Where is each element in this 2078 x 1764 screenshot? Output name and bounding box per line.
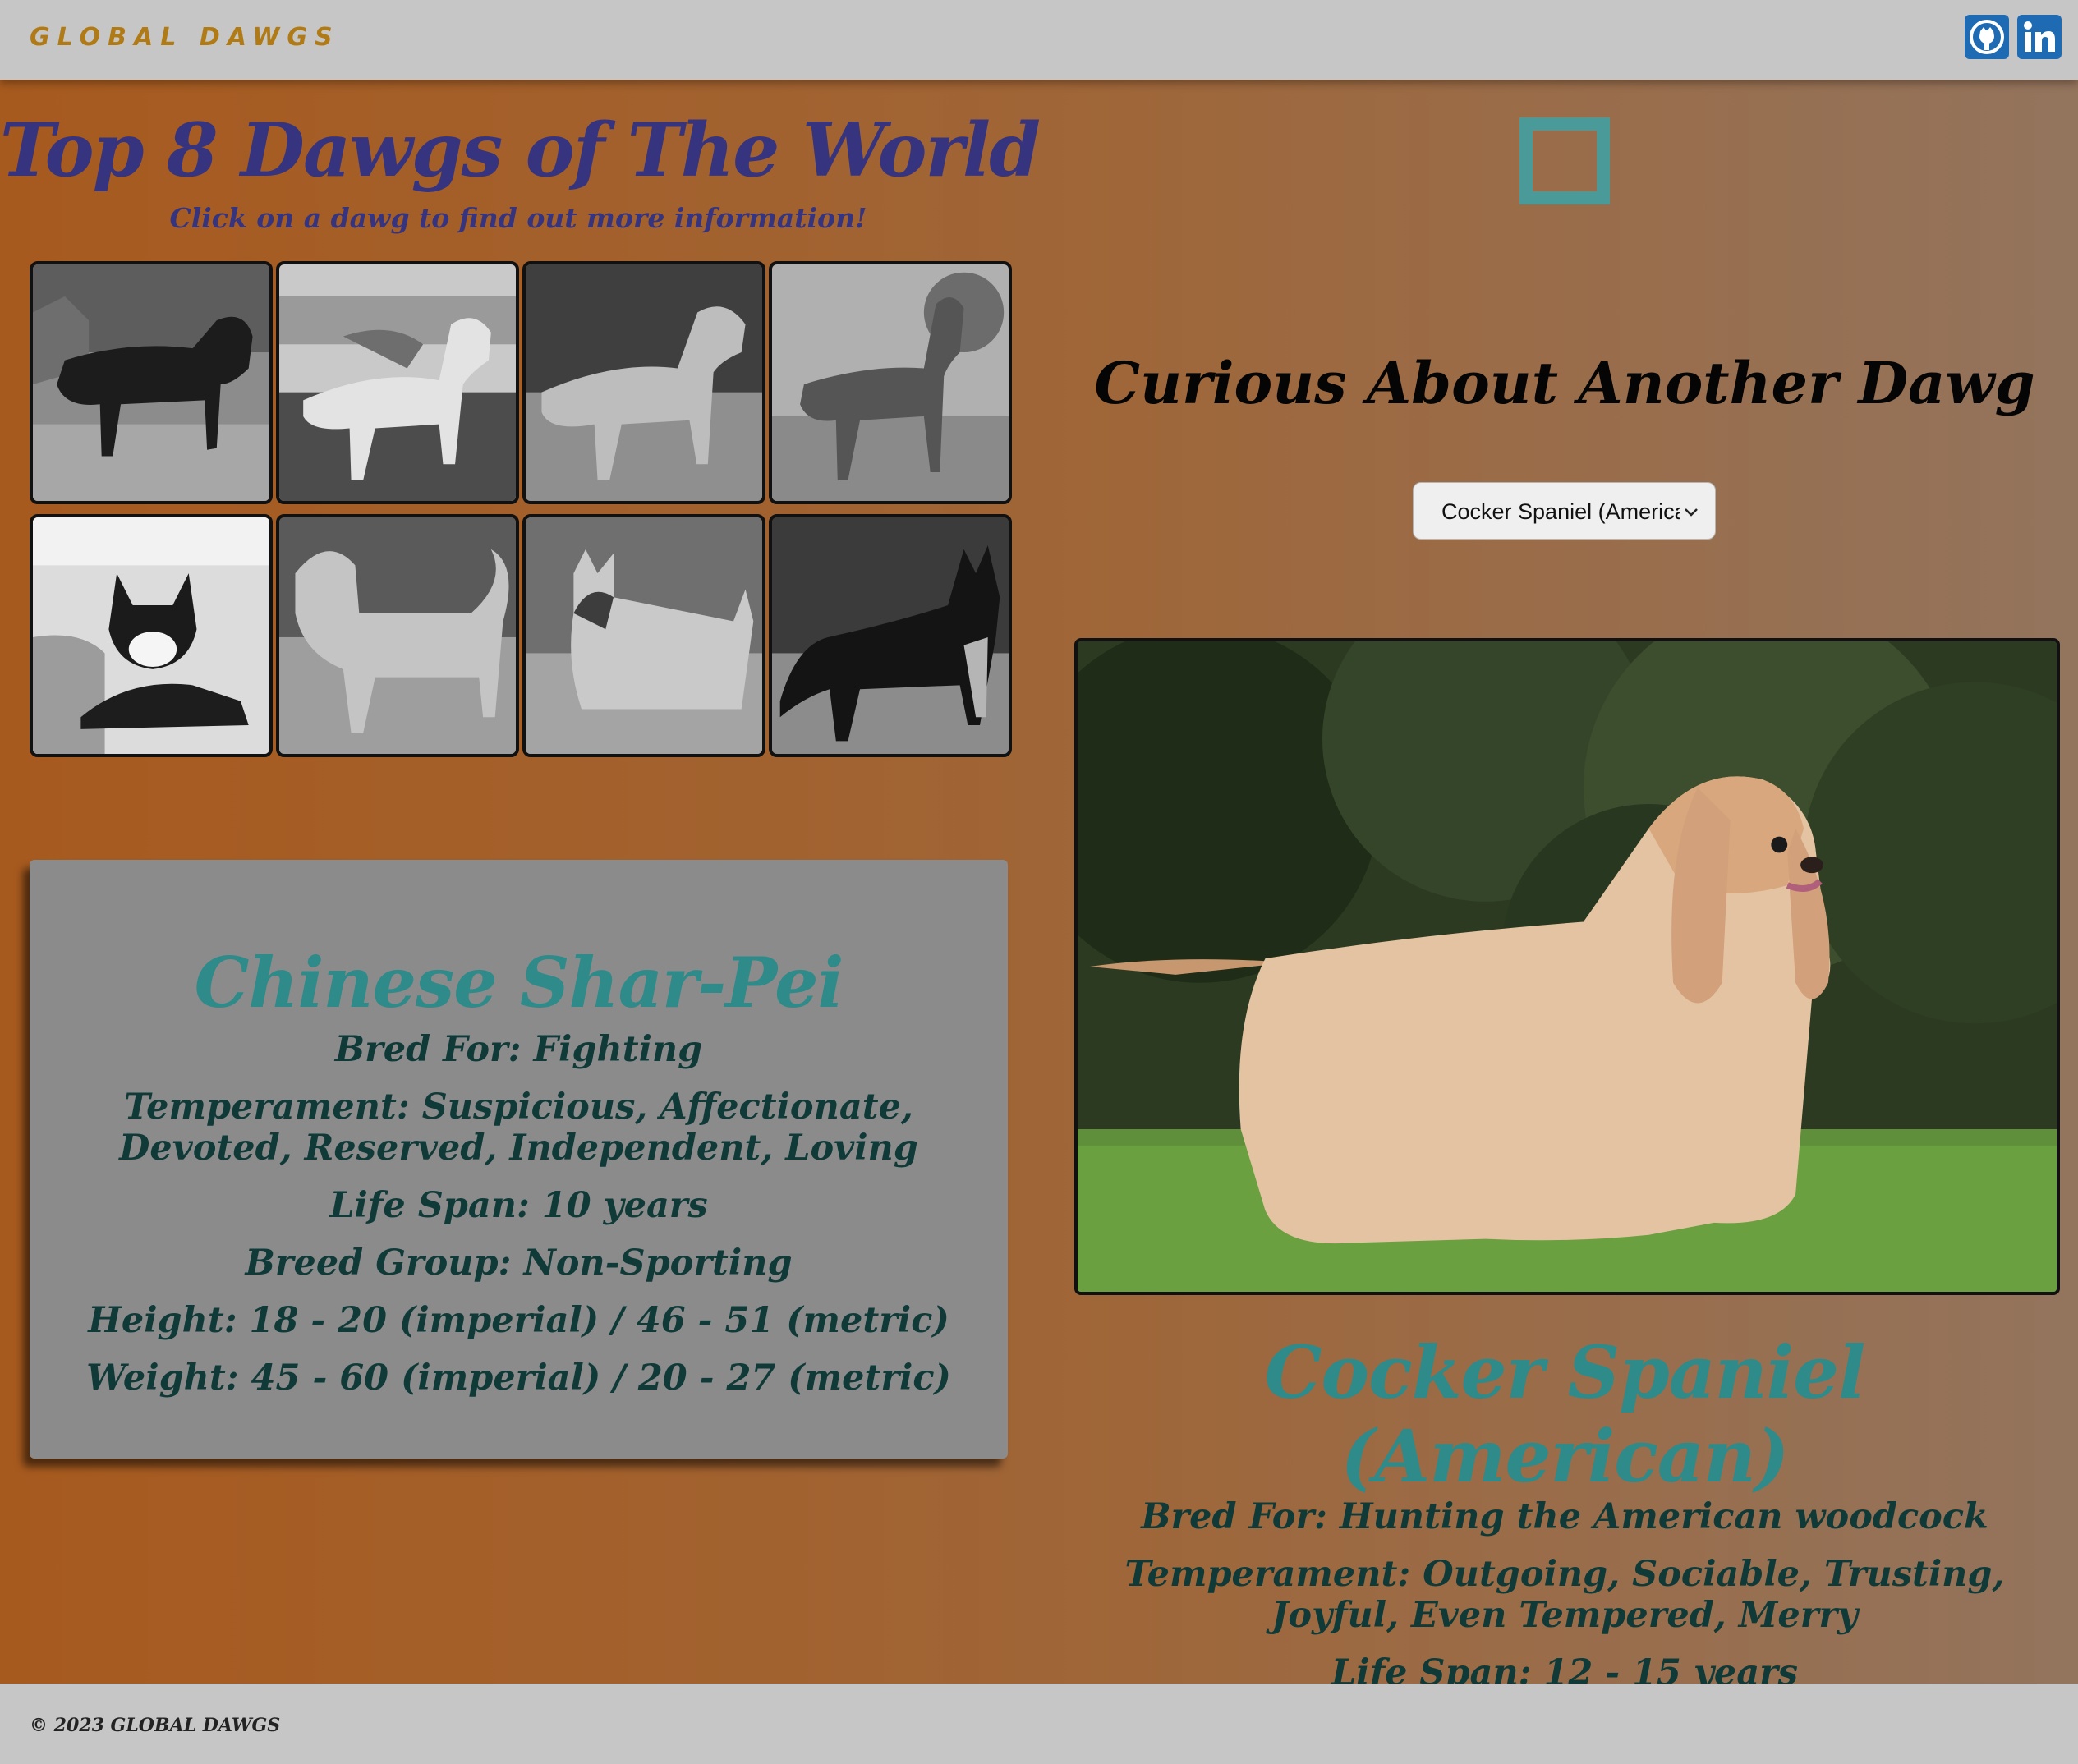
selected-breed-name: Cocker Spaniel (American) — [1264, 1330, 1865, 1499]
selected-dog-photo — [1074, 638, 2060, 1295]
dog-photo-shiba-inu — [33, 517, 269, 754]
page-subtitle: Click on a dawg to find out more informa… — [169, 202, 867, 234]
copyright-text: © 2023 GLOBAL DAWGS — [30, 1715, 281, 1736]
dog-photo-shar-pei — [279, 517, 516, 754]
dog-photo-labrador — [279, 264, 516, 501]
breed-dropdown-value: Cocker Spaniel (American) — [1441, 499, 1680, 524]
breed-dropdown[interactable]: Cocker Spaniel (American) — [1413, 482, 1716, 540]
dog-tile-shar-pei[interactable] — [276, 514, 519, 757]
github-icon[interactable] — [1965, 15, 2009, 59]
selected-bred-for: Bred For: Hunting the American woodcock — [1141, 1496, 1988, 1537]
loading-spinner-icon — [1519, 117, 1610, 204]
selected-temperament: Temperament: Outgoing, Sociable, Trustin… — [1124, 1554, 2005, 1636]
height: Height: 18 - 20 (imperial) / 46 - 51 (me… — [88, 1300, 949, 1341]
life-span: Life Span: 10 years — [329, 1185, 708, 1226]
page-title: Top 8 Dawgs of The World — [0, 107, 1041, 194]
dog-tile-great-dane[interactable] — [769, 261, 1012, 504]
dog-photo-german-shepherd — [772, 517, 1009, 754]
bred-for: Bred For: Fighting — [334, 1029, 703, 1070]
temperament: Temperament: Suspicious, Affectionate, D… — [119, 1086, 918, 1169]
dog-tile-golden-retriever[interactable] — [522, 261, 765, 504]
brand-logo-text[interactable]: GLOBAL DAWGS — [30, 23, 340, 52]
breed-info-card: Chinese Shar-Pei Bred For: Fighting Temp… — [30, 860, 1008, 1459]
dog-tile-shiba-inu[interactable] — [30, 514, 273, 757]
dog-photo-rottweiler — [33, 264, 269, 501]
weight: Weight: 45 - 60 (imperial) / 20 - 27 (me… — [86, 1357, 951, 1399]
selector-heading: Curious About Another Dawg — [1094, 349, 2035, 417]
page-footer: © 2023 GLOBAL DAWGS — [0, 1684, 2078, 1764]
dog-tile-german-shepherd[interactable] — [769, 514, 1012, 757]
breed-group: Breed Group: Non-Sporting — [245, 1243, 793, 1284]
dog-tile-rottweiler[interactable] — [30, 261, 273, 504]
dog-photo-yorkshire-terrier — [526, 517, 762, 754]
dog-tile-yorkshire-terrier[interactable] — [522, 514, 765, 757]
top-navbar: GLOBAL DAWGS — [0, 0, 2078, 80]
breed-name: Chinese Shar-Pei — [194, 942, 844, 1023]
dog-gallery-grid — [30, 261, 1015, 760]
chevron-down-icon — [1685, 508, 1698, 517]
dog-tile-labrador[interactable] — [276, 261, 519, 504]
dog-photo-great-dane — [772, 264, 1009, 501]
linkedin-icon[interactable] — [2017, 15, 2062, 59]
dog-photo-golden-retriever — [526, 264, 762, 501]
